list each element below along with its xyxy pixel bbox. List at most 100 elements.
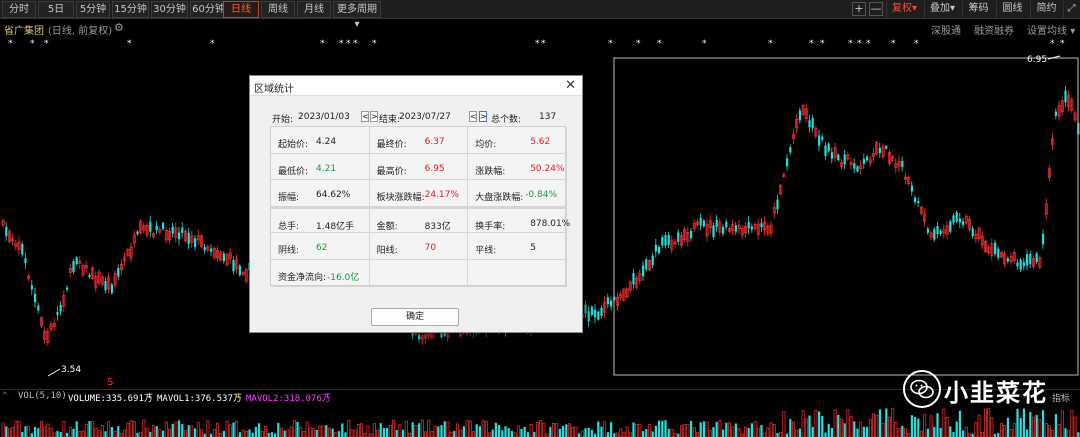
event-marker[interactable]: * — [541, 39, 546, 49]
event-marker[interactable]: * — [44, 39, 49, 49]
event-marker[interactable]: * — [657, 39, 662, 49]
event-marker[interactable]: * — [891, 39, 896, 49]
period-tab-intraday[interactable]: 分时 — [2, 1, 36, 18]
event-marker[interactable]: * — [1050, 39, 1055, 49]
volume-bar — [856, 428, 859, 437]
brief-button[interactable]: 简约 — [1030, 1, 1062, 18]
event-marker[interactable]: * — [127, 39, 132, 49]
event-marker[interactable]: * — [608, 39, 613, 49]
close-icon[interactable]: ✕ — [565, 78, 576, 93]
candle-body — [1054, 111, 1057, 116]
period-tab-60min[interactable]: 60分钟 — [190, 1, 227, 18]
event-marker[interactable]: * — [339, 39, 344, 49]
more-periods-dropdown[interactable]: 更多周期 ▾ — [333, 1, 381, 30]
zoom-in-button[interactable]: + — [852, 2, 866, 16]
event-marker[interactable]: * — [768, 39, 773, 49]
volume-bar — [1019, 418, 1022, 437]
period-tab-monthly[interactable]: 月线 — [297, 1, 331, 18]
fullscreen-icon[interactable]: ⤢ — [1063, 1, 1079, 18]
more-periods-label: 更多周期 — [337, 4, 377, 15]
zoom-out-button[interactable]: — — [869, 2, 883, 16]
event-marker[interactable]: * — [848, 39, 853, 49]
event-marker[interactable]: * — [809, 39, 814, 49]
wechat-icon — [903, 370, 941, 408]
candle-body — [878, 147, 881, 154]
event-marker[interactable]: * — [353, 39, 358, 49]
collapse-icon[interactable]: ⌃ — [2, 391, 7, 401]
circle-line-button[interactable]: 圆线 — [996, 1, 1028, 18]
volume-bar — [321, 425, 325, 437]
volume-bar — [299, 427, 303, 437]
volume-bar — [94, 427, 98, 437]
event-marker[interactable]: * — [1060, 39, 1065, 49]
event-marker[interactable]: * — [8, 39, 13, 49]
chips-button[interactable]: 筹码 — [962, 1, 994, 18]
period-tab-5min[interactable]: 5分钟 — [76, 1, 110, 18]
candle-body — [162, 222, 165, 230]
event-marker[interactable]: * — [30, 39, 35, 49]
volume-bar — [1022, 408, 1025, 437]
volume-indicator-name[interactable]: VOL(5,10) — [18, 391, 67, 401]
event-marker[interactable]: * — [820, 39, 825, 49]
volume-bar — [174, 421, 178, 437]
period-tab-weekly[interactable]: 周线 — [261, 1, 295, 18]
event-marker[interactable]: * — [866, 39, 871, 49]
event-marker[interactable]: * — [636, 39, 641, 49]
period-tab-5day[interactable]: 5日 — [38, 1, 74, 18]
volume-bar — [849, 416, 853, 437]
event-marker[interactable]: * — [857, 39, 862, 49]
end-prev-button[interactable]: < — [469, 111, 477, 122]
volume-bar — [100, 424, 104, 437]
volume-bar — [325, 425, 328, 437]
candle-body — [181, 227, 184, 233]
link-shenzhen-connect[interactable]: 深股通 — [931, 22, 961, 37]
start-prev-button[interactable]: < — [361, 111, 369, 122]
volume-bar — [667, 428, 670, 437]
link-margin-trading[interactable]: 融资融券 — [974, 22, 1014, 37]
start-next-button[interactable]: > — [370, 111, 378, 122]
period-tab-daily[interactable]: 日线 — [223, 1, 259, 18]
event-marker[interactable]: * — [914, 39, 919, 49]
volume-bar — [904, 428, 907, 437]
candle-body — [59, 304, 62, 312]
selection-rectangle[interactable] — [613, 57, 1079, 376]
event-marker[interactable]: * — [702, 39, 707, 49]
set-ma-dropdown[interactable]: 设置均线 ▾ — [1027, 22, 1075, 37]
stats-key: 起始价: — [278, 140, 309, 150]
volume-bar — [673, 432, 677, 437]
volume-bar — [929, 415, 933, 437]
volume-bar — [216, 422, 219, 437]
volume-bar — [27, 425, 31, 437]
candle-body — [104, 280, 107, 291]
volume-bar — [305, 421, 309, 437]
ok-button[interactable]: 确定 — [371, 308, 459, 326]
count-value: 137 — [539, 112, 557, 122]
volume-bar — [139, 431, 143, 437]
event-marker[interactable]: * — [535, 39, 540, 49]
candle-body — [606, 297, 609, 305]
event-marker[interactable]: * — [372, 39, 377, 49]
volume-bar — [776, 433, 779, 437]
volume-bar — [1032, 416, 1035, 437]
volume-bar — [578, 433, 581, 437]
gear-icon[interactable]: ⚙ — [114, 21, 124, 34]
volume-bar — [901, 425, 904, 437]
volume-bar — [642, 431, 645, 437]
adjust-dropdown[interactable]: 复权▾ — [886, 1, 922, 18]
event-marker[interactable]: * — [320, 39, 325, 49]
dialog-titlebar[interactable]: 区域统计 ✕ — [250, 76, 582, 96]
event-marker[interactable]: * — [346, 39, 351, 49]
event-marker[interactable]: * — [210, 39, 215, 49]
volume-bar — [200, 429, 203, 437]
volume-bar — [14, 420, 18, 437]
candle-body — [821, 136, 824, 140]
overlay-dropdown[interactable]: 叠加▾ — [924, 1, 960, 18]
end-next-button[interactable]: > — [479, 111, 487, 122]
stats-cell: 起始价: 4.24 — [271, 127, 370, 154]
period-tab-15min[interactable]: 15分钟 — [112, 1, 149, 18]
volume-bar — [1, 423, 5, 437]
candle-body — [808, 120, 811, 128]
candle-body — [712, 225, 715, 237]
period-tab-30min[interactable]: 30分钟 — [151, 1, 188, 18]
volume-bar — [190, 425, 194, 437]
